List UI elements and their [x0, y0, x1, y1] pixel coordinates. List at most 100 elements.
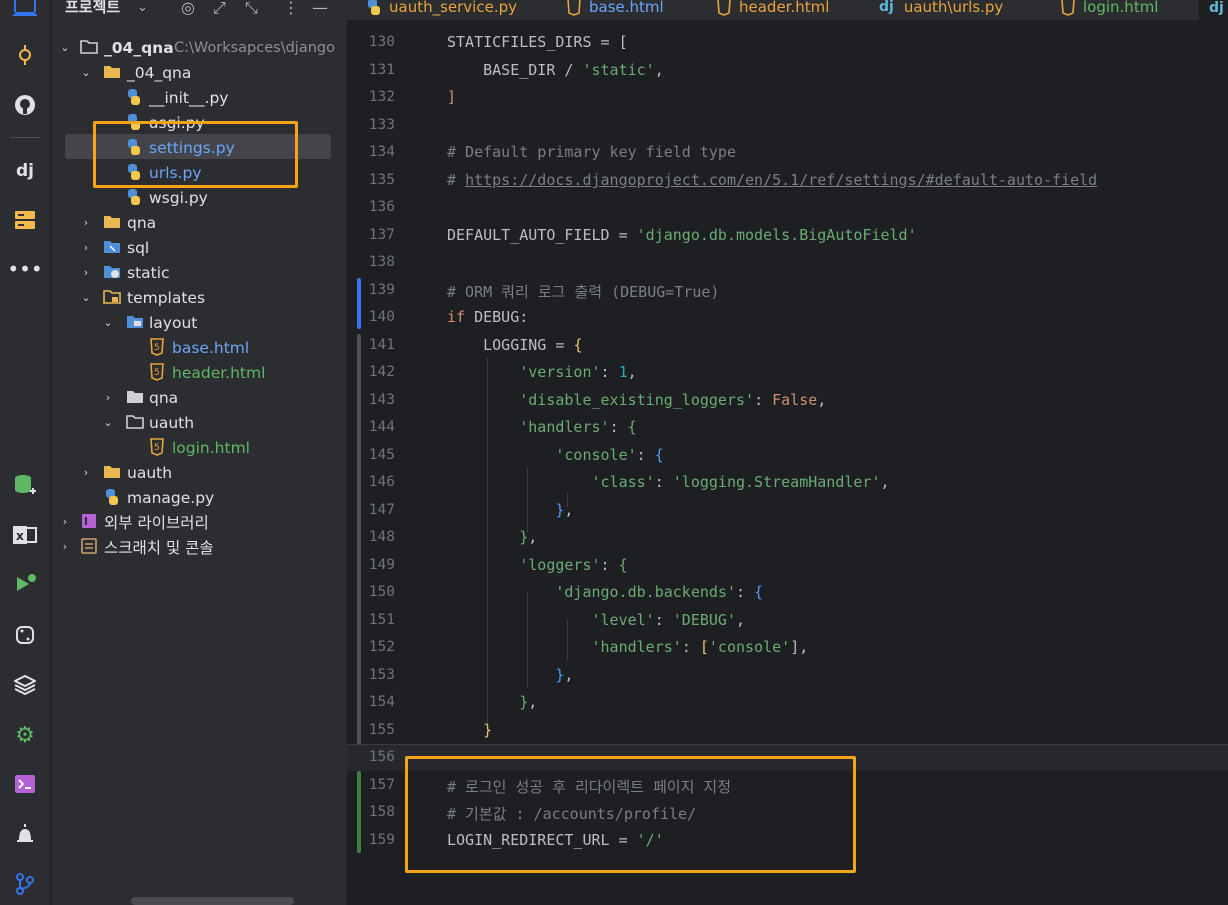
target-icon[interactable]: ◎ — [181, 0, 195, 17]
code-line[interactable]: }, — [447, 528, 537, 546]
tree-item-layout[interactable]: ⌄ layout — [51, 310, 347, 335]
code-line[interactable]: }, — [447, 693, 537, 711]
code-line[interactable]: if DEBUG: — [447, 308, 528, 326]
code-line[interactable]: } — [447, 721, 492, 739]
code-line[interactable]: }, — [447, 666, 573, 684]
tab-login-html[interactable]: login.html — [1059, 0, 1158, 18]
chevron-right-icon[interactable]: › — [102, 391, 114, 404]
database-icon[interactable] — [12, 207, 38, 233]
tree-item-manage-py[interactable]: manage.py — [51, 485, 347, 510]
more-icon[interactable]: ••• — [7, 256, 42, 282]
line-number: 141 — [368, 337, 395, 353]
python-console-icon[interactable] — [12, 622, 38, 648]
tree-item-templates-uauth[interactable]: ⌄ uauth — [51, 410, 347, 435]
code-line[interactable]: 'loggers': { — [447, 556, 627, 574]
tree-item-package-04-qna[interactable]: ⌄ _04_qna — [51, 60, 347, 85]
code-line[interactable]: LOGGING = { — [447, 336, 582, 354]
expand-all-icon[interactable]: ⤢ — [213, 0, 226, 18]
chevron-right-icon[interactable]: › — [80, 216, 92, 229]
chevron-down-icon[interactable]: ⌄ — [80, 66, 92, 79]
code-line[interactable]: BASE_DIR / 'static', — [447, 61, 664, 79]
code-line[interactable]: DEFAULT_AUTO_FIELD = 'django.db.models.B… — [447, 226, 917, 244]
github-icon[interactable] — [12, 92, 38, 118]
tree-item-init-py[interactable]: __init__.py — [51, 85, 347, 110]
chevron-down-icon[interactable]: ⌄ — [80, 291, 92, 304]
tab-label: uauth\urls.py — [903, 0, 1004, 16]
layers-icon[interactable] — [12, 672, 38, 698]
tree-item-label: uauth — [127, 463, 173, 482]
terminal-icon[interactable] — [12, 771, 38, 797]
code-line[interactable]: 'console': { — [447, 446, 663, 464]
folder-icon — [104, 466, 120, 478]
run-icon[interactable] — [12, 571, 38, 597]
code-line[interactable]: 'class': 'logging.StreamHandler', — [447, 473, 890, 491]
tree-item-templates-qna[interactable]: › qna — [51, 385, 347, 410]
chevron-right-icon[interactable]: › — [80, 241, 92, 254]
highlight-box-files — [93, 121, 298, 188]
code-line[interactable]: STATICFILES_DIRS = [ — [447, 33, 628, 51]
tree-item-templates[interactable]: ⌄ templates — [51, 285, 347, 310]
line-separator — [347, 744, 1228, 745]
tree-item-scratches[interactable]: › 스크래치 및 콘솔 — [51, 534, 347, 559]
chevron-right-icon[interactable]: › — [80, 466, 92, 479]
horizontal-scrollbar[interactable] — [131, 897, 294, 905]
hide-icon[interactable]: — — [312, 0, 328, 17]
chevron-right-icon[interactable]: › — [59, 540, 71, 553]
code-line[interactable]: # Default primary key field type — [447, 143, 736, 161]
notifications-icon[interactable] — [12, 821, 38, 847]
line-number: 153 — [368, 667, 395, 683]
code-line[interactable]: 'handlers': ['console'], — [447, 638, 809, 656]
tree-item-static[interactable]: › static — [51, 260, 347, 285]
options-icon[interactable]: ⋮ — [283, 0, 299, 17]
line-number: 159 — [368, 832, 395, 848]
html-icon: 5 — [150, 438, 164, 456]
tree-item-project-root[interactable]: ⌄ _04_qna C:\Worksapces\django — [51, 35, 347, 60]
chevron-down-icon[interactable]: ⌄ — [102, 416, 114, 429]
tree-item-header-html[interactable]: 5 header.html — [51, 360, 347, 385]
database-add-icon[interactable] — [12, 472, 38, 498]
chevron-down-icon[interactable]: ⌄ — [102, 316, 114, 329]
tab-uauth-urls[interactable]: dj uauth\urls.py — [879, 0, 1003, 18]
tree-item-wsgi-py[interactable]: wsgi.py — [51, 185, 347, 210]
tree-item-external-libraries[interactable]: › 외부 라이브러리 — [51, 509, 347, 534]
django-icon: dj — [879, 0, 894, 15]
tab-uauth-service[interactable]: uauth_service.py — [365, 0, 517, 18]
tree-item-qna[interactable]: › qna — [51, 210, 347, 235]
chevron-right-icon[interactable]: › — [59, 515, 71, 528]
excel-icon[interactable]: x — [12, 522, 38, 548]
git-branch-icon[interactable] — [12, 871, 38, 897]
code-line[interactable]: 'handlers': { — [447, 418, 636, 436]
tab-base-html[interactable]: base.html — [565, 0, 664, 18]
tree-item-label: layout — [149, 313, 198, 332]
line-number: 137 — [368, 227, 395, 243]
settings-gear-icon[interactable]: ⚙ — [12, 722, 38, 748]
project-icon[interactable] — [12, 0, 38, 20]
tab-active-settings[interactable]: dj — [1199, 0, 1228, 20]
django-icon[interactable]: dj — [12, 158, 38, 184]
chevron-down-icon[interactable]: ⌄ — [59, 41, 71, 54]
tree-item-uauth[interactable]: › uauth — [51, 460, 347, 485]
tree-item-label: base.html — [172, 338, 250, 357]
svg-text:5: 5 — [154, 343, 160, 353]
code-line[interactable]: 'disable_existing_loggers': False, — [447, 391, 826, 409]
line-number: 133 — [368, 117, 395, 133]
code-line[interactable]: 'version': 1, — [447, 363, 636, 381]
tree-item-sql[interactable]: › sql — [51, 235, 347, 260]
code-line[interactable]: }, — [447, 501, 573, 519]
code-editor[interactable]: 130 131 132 133 134 135 136 137 138 139 … — [347, 20, 1228, 905]
line-number: 148 — [368, 529, 395, 545]
code-line[interactable]: 'django.db.backends': { — [447, 583, 763, 601]
commit-icon[interactable] — [12, 42, 38, 68]
tree-item-base-html[interactable]: 5 base.html — [51, 335, 347, 360]
tab-label: uauth_service.py — [389, 0, 517, 16]
chevron-right-icon[interactable]: › — [80, 266, 92, 279]
project-panel-title[interactable]: 프로젝트 — [65, 0, 120, 17]
code-line[interactable]: ] — [447, 88, 456, 106]
code-line[interactable]: # https://docs.djangoproject.com/en/5.1/… — [447, 171, 1097, 189]
code-line[interactable]: # ORM 쿼리 로그 출력 (DEBUG=True) — [447, 281, 719, 302]
chevron-down-icon[interactable]: ⌄ — [137, 0, 148, 15]
collapse-all-icon[interactable]: ⤡ — [245, 0, 258, 18]
code-line[interactable]: 'level': 'DEBUG', — [447, 611, 746, 629]
tab-header-html[interactable]: header.html — [715, 0, 829, 18]
tree-item-login-html[interactable]: 5 login.html — [51, 435, 347, 460]
